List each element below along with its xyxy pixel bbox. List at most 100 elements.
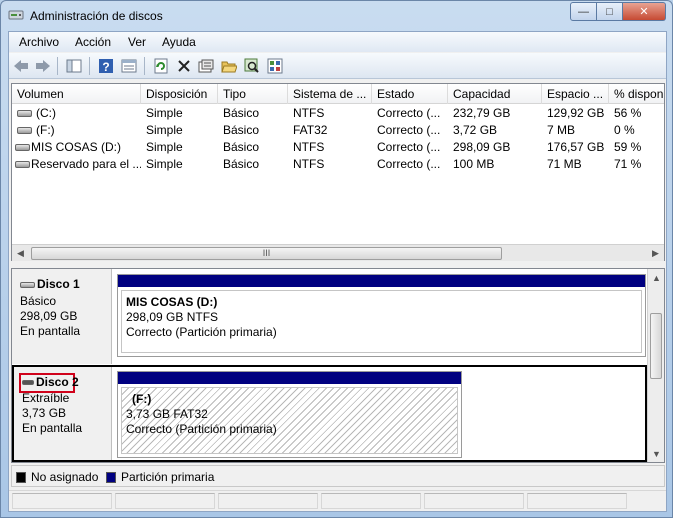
cell-disponible: 71 % bbox=[614, 157, 642, 171]
drive-icon bbox=[17, 110, 32, 118]
partition-label: MIS COSAS (D:) bbox=[126, 295, 218, 309]
window-title: Administración de discos bbox=[30, 9, 163, 23]
minimize-button[interactable]: — bbox=[570, 2, 597, 21]
help-icon[interactable]: ? bbox=[97, 57, 115, 75]
cell-estado: Correcto (... bbox=[377, 157, 441, 171]
column-header-disponible[interactable]: % dispon bbox=[609, 84, 664, 104]
cell-volumen: MIS COSAS (D:) bbox=[31, 140, 122, 154]
client-area: Archivo Acción Ver Ayuda ? Volumen Dispo… bbox=[8, 31, 667, 512]
cell-volumen: (F:) bbox=[36, 123, 55, 137]
column-header-disposicion[interactable]: Disposición bbox=[141, 84, 218, 104]
menu-archivo[interactable]: Archivo bbox=[19, 35, 59, 49]
window-controls: — □ ✕ bbox=[570, 2, 666, 21]
disk-type: Extraíble bbox=[22, 391, 70, 405]
disk-size: 3,73 GB bbox=[22, 406, 67, 420]
horizontal-scroll-thumb[interactable]: III bbox=[31, 247, 502, 260]
disk-management-app-icon bbox=[8, 8, 24, 22]
cell-disposicion: Simple bbox=[146, 140, 183, 154]
cell-sistema: FAT32 bbox=[293, 123, 328, 137]
partition-block[interactable]: MIS COSAS (D:) 298,09 GB NTFS Correcto (… bbox=[117, 274, 646, 357]
maximize-button[interactable]: □ bbox=[597, 2, 623, 21]
back-arrow-icon[interactable] bbox=[12, 57, 30, 75]
column-header-volumen[interactable]: Volumen bbox=[12, 84, 141, 104]
cell-disposicion: Simple bbox=[146, 157, 183, 171]
cell-disposicion: Simple bbox=[146, 123, 183, 137]
disk-row[interactable]: Disco 1 Básico 298,09 GB En pantalla MIS… bbox=[12, 269, 647, 364]
primary-partition-bar bbox=[118, 372, 461, 384]
settings-icon[interactable] bbox=[266, 57, 284, 75]
open-folder-icon[interactable] bbox=[220, 57, 238, 75]
table-row[interactable]: Reservado para el ... Simple Básico NTFS… bbox=[12, 156, 664, 173]
show-hide-tree-icon[interactable] bbox=[65, 57, 83, 75]
cell-tipo: Básico bbox=[223, 140, 260, 154]
toolbar-separator bbox=[89, 57, 90, 75]
disk-row-selected[interactable]: Disco 2 Extraíble 3,73 GB En pantalla (F… bbox=[12, 365, 647, 462]
window: Administración de discos — □ ✕ Archivo A… bbox=[0, 0, 673, 518]
column-header-capacidad[interactable]: Capacidad bbox=[448, 84, 542, 104]
toolbar-separator bbox=[144, 57, 145, 75]
removable-disk-icon bbox=[22, 380, 34, 386]
disk-icon bbox=[20, 281, 35, 288]
drive-icon bbox=[17, 127, 32, 135]
table-row[interactable]: MIS COSAS (D:) Simple Básico NTFS Correc… bbox=[12, 139, 664, 156]
cell-capacidad: 3,72 GB bbox=[453, 123, 498, 137]
minimize-icon: — bbox=[578, 5, 589, 18]
explore-icon[interactable] bbox=[243, 57, 261, 75]
status-segment bbox=[527, 493, 627, 509]
disk-type: Básico bbox=[20, 294, 57, 308]
legend-label: Partición primaria bbox=[121, 470, 215, 484]
toolbar-separator bbox=[57, 57, 58, 75]
close-button[interactable]: ✕ bbox=[623, 2, 666, 21]
cell-estado: Correcto (... bbox=[377, 140, 441, 154]
properties-icon[interactable] bbox=[197, 57, 215, 75]
partition-state: Correcto (Partición primaria) bbox=[126, 325, 277, 339]
disk-info[interactable]: Disco 2 Extraíble 3,73 GB En pantalla bbox=[14, 367, 112, 460]
cell-espacio: 176,57 GB bbox=[547, 140, 605, 154]
column-header-espacio[interactable]: Espacio ... bbox=[542, 84, 609, 104]
primary-partition-bar bbox=[118, 275, 645, 287]
partition-block[interactable]: (F:) 3,73 GB FAT32 Correcto (Partición p… bbox=[117, 371, 462, 458]
cell-estado: Correcto (... bbox=[377, 106, 441, 120]
title-bar[interactable]: Administración de discos — □ ✕ bbox=[1, 1, 672, 31]
close-icon: ✕ bbox=[639, 6, 649, 18]
cell-volumen: Reservado para el ... bbox=[31, 157, 141, 171]
vertical-scrollbar[interactable]: ▲ ▼ bbox=[647, 269, 664, 462]
toolbar: ? bbox=[9, 53, 666, 79]
cell-disponible: 56 % bbox=[614, 106, 642, 120]
refresh-icon[interactable] bbox=[152, 57, 170, 75]
scroll-left-icon[interactable]: ◀ bbox=[12, 245, 29, 262]
menu-ayuda[interactable]: Ayuda bbox=[162, 35, 196, 49]
forward-arrow-icon[interactable] bbox=[34, 57, 52, 75]
delete-icon[interactable] bbox=[175, 57, 193, 75]
legend-swatch bbox=[106, 471, 116, 483]
cell-volumen: (C:) bbox=[36, 106, 56, 120]
status-segment bbox=[218, 493, 318, 509]
vertical-scroll-thumb[interactable] bbox=[650, 313, 662, 379]
status-segment bbox=[115, 493, 215, 509]
disk-graphical-view[interactable]: Disco 1 Básico 298,09 GB En pantalla MIS… bbox=[11, 268, 665, 463]
horizontal-scrollbar[interactable]: ◀ III ▶ bbox=[12, 244, 664, 261]
partition-size-fs: 3,73 GB FAT32 bbox=[126, 407, 208, 421]
column-header-sistema[interactable]: Sistema de ... bbox=[288, 84, 372, 104]
status-segment bbox=[321, 493, 421, 509]
menu-accion[interactable]: Acción bbox=[75, 35, 111, 49]
column-header-estado[interactable]: Estado bbox=[372, 84, 448, 104]
cell-sistema: NTFS bbox=[293, 140, 325, 154]
properties-pane-icon[interactable] bbox=[120, 57, 138, 75]
column-header-tipo[interactable]: Tipo bbox=[218, 84, 288, 104]
table-row[interactable]: (F:) Simple Básico FAT32 Correcto (... 3… bbox=[12, 122, 664, 139]
disk-name: Disco 2 bbox=[36, 375, 79, 389]
volume-list[interactable]: Volumen Disposición Tipo Sistema de ... … bbox=[11, 83, 665, 261]
disk-status: En pantalla bbox=[20, 324, 81, 338]
status-segment bbox=[424, 493, 524, 509]
cell-capacidad: 232,79 GB bbox=[453, 106, 511, 120]
table-row[interactable]: (C:) Simple Básico NTFS Correcto (... 23… bbox=[12, 105, 664, 122]
disk-info[interactable]: Disco 1 Básico 298,09 GB En pantalla bbox=[12, 269, 112, 364]
scroll-down-icon[interactable]: ▼ bbox=[648, 445, 664, 462]
cell-disposicion: Simple bbox=[146, 106, 183, 120]
scroll-up-icon[interactable]: ▲ bbox=[648, 269, 664, 286]
disk-size: 298,09 GB bbox=[20, 309, 78, 323]
menu-ver[interactable]: Ver bbox=[128, 35, 146, 49]
volume-list-header: Volumen Disposición Tipo Sistema de ... … bbox=[12, 84, 664, 104]
scroll-right-icon[interactable]: ▶ bbox=[647, 245, 664, 262]
